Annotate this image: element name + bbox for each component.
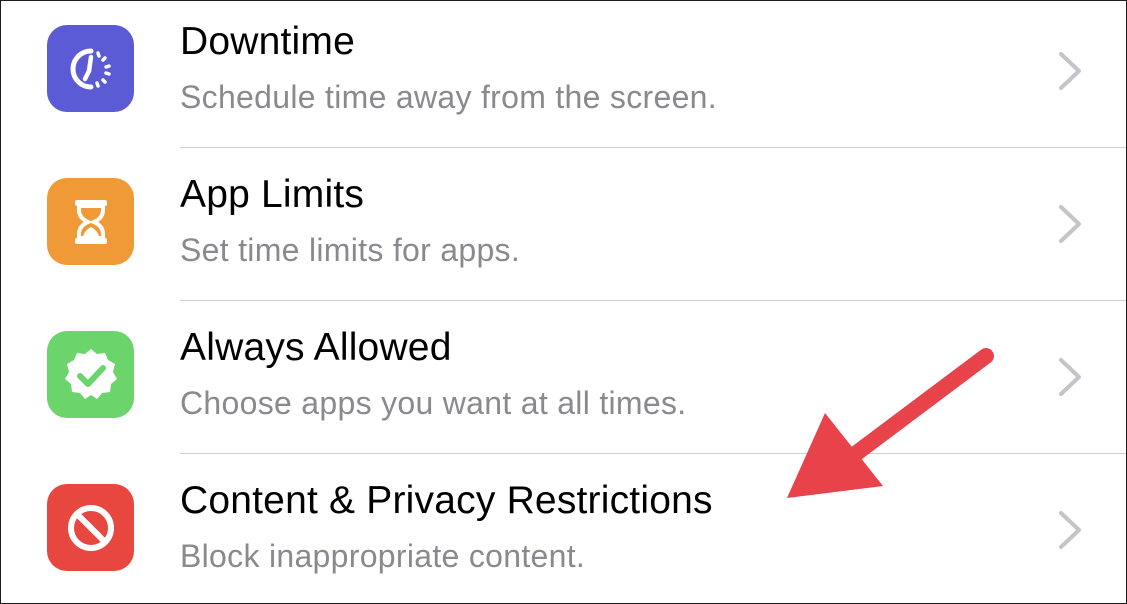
checkmark-badge-icon: [47, 331, 134, 418]
hourglass-icon: [47, 178, 134, 265]
always-allowed-title: Always Allowed: [180, 326, 452, 369]
settings-screen: Downtime Schedule time away from the scr…: [0, 0, 1127, 604]
app-limits-subtitle: Set time limits for apps.: [180, 232, 521, 268]
chevron-right-icon: [1059, 205, 1081, 243]
always-allowed-row[interactable]: Always Allowed Choose apps you want at a…: [1, 301, 1126, 454]
prohibited-icon: [47, 484, 134, 571]
downtime-icon: [47, 25, 134, 112]
chevron-right-icon: [1059, 358, 1081, 396]
content-privacy-subtitle: Block inappropriate content.: [180, 538, 586, 574]
always-allowed-subtitle: Choose apps you want at all times.: [180, 385, 687, 421]
chevron-right-icon: [1059, 52, 1081, 90]
app-limits-row[interactable]: App Limits Set time limits for apps.: [1, 148, 1126, 301]
content-privacy-row[interactable]: Content & Privacy Restrictions Block ina…: [1, 454, 1126, 603]
app-limits-title: App Limits: [180, 173, 365, 216]
downtime-title: Downtime: [180, 20, 355, 63]
downtime-row[interactable]: Downtime Schedule time away from the scr…: [1, 1, 1126, 148]
downtime-subtitle: Schedule time away from the screen.: [180, 79, 717, 115]
chevron-right-icon: [1059, 511, 1081, 549]
content-privacy-title: Content & Privacy Restrictions: [180, 479, 713, 522]
